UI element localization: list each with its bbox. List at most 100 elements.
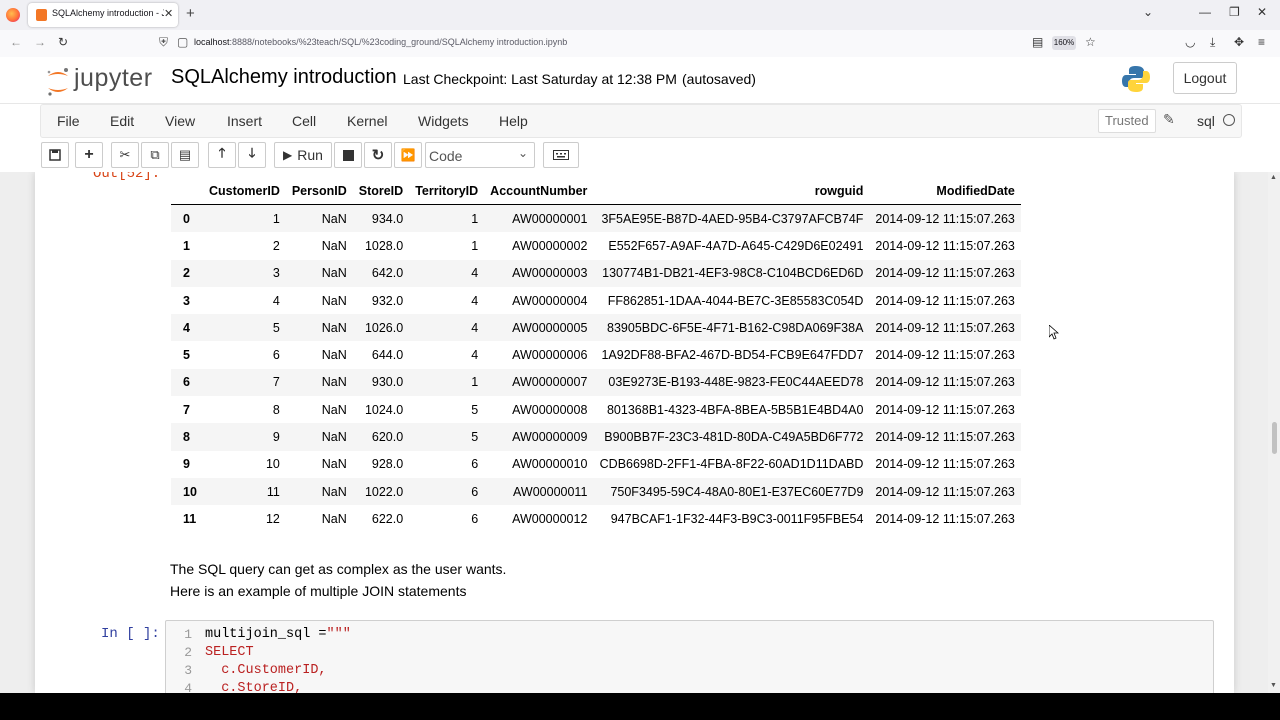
table-cell: B900BB7F-23C3-481D-80DA-C49A5BD6F772 bbox=[604, 430, 864, 445]
save-icon[interactable] bbox=[41, 142, 69, 168]
page-info-icon[interactable]: ▢ bbox=[177, 35, 188, 49]
reload-icon[interactable]: ↻ bbox=[58, 35, 68, 49]
pocket-icon[interactable]: ◡ bbox=[1185, 35, 1195, 49]
menu-file[interactable]: File bbox=[57, 113, 80, 129]
browser-tab[interactable]: SQLAlchemy introduction - Jup ✕ bbox=[28, 3, 178, 27]
shield-icon[interactable]: ⛨ bbox=[159, 35, 168, 50]
table-cell: NaN bbox=[321, 457, 347, 472]
notebook-page: Out[52]: CustomerID PersonID StoreID Ter… bbox=[35, 172, 1234, 693]
menu-insert[interactable]: Insert bbox=[227, 113, 262, 129]
firefox-logo-icon[interactable] bbox=[6, 8, 20, 22]
row-index: 3 bbox=[183, 293, 190, 308]
menu-kernel[interactable]: Kernel bbox=[347, 113, 387, 129]
table-cell: 6 bbox=[471, 484, 479, 499]
column-header: PersonID bbox=[285, 178, 353, 205]
extensions-icon[interactable]: ✥ bbox=[1234, 35, 1244, 49]
maximize-icon[interactable]: ❐ bbox=[1229, 5, 1240, 19]
menu-edit[interactable]: Edit bbox=[110, 113, 134, 129]
new-tab-icon[interactable]: + bbox=[186, 5, 195, 22]
table-cell: 2014-09-12 11:15:07.263 bbox=[875, 293, 1015, 308]
scroll-down-icon[interactable]: ▼ bbox=[1270, 682, 1277, 689]
table-cell: 2014-09-12 11:15:07.263 bbox=[875, 375, 1015, 390]
table-cell: 1 bbox=[272, 211, 280, 226]
copy-icon[interactable]: ⧉ bbox=[141, 142, 169, 168]
notebook-scroll-area[interactable]: Out[52]: CustomerID PersonID StoreID Ter… bbox=[0, 172, 1268, 693]
jupyter-logo-icon[interactable] bbox=[44, 66, 72, 98]
url-host: localhost bbox=[194, 37, 230, 47]
row-index: 11 bbox=[183, 511, 197, 526]
restart-kernel-icon[interactable]: ↻ bbox=[364, 142, 392, 168]
table-cell: 1026.0 bbox=[364, 320, 404, 335]
run-play-icon: ▶ bbox=[283, 148, 293, 162]
table-cell: 1 bbox=[471, 375, 479, 390]
table-cell: AW00000008 bbox=[512, 402, 588, 417]
code-line: c.CustomerID, bbox=[205, 663, 327, 678]
add-cell-icon[interactable]: + bbox=[75, 142, 103, 168]
table-row: 5 6 NaN 644.0 4 AW00000006 1A92DF88-BFA2-467D-… bbox=[171, 341, 1021, 368]
row-index: 8 bbox=[183, 430, 190, 445]
table-cell: AW00000012 bbox=[512, 511, 588, 526]
download-icon[interactable]: ⤓ bbox=[1210, 35, 1215, 50]
app-menu-icon[interactable]: ≡ bbox=[1258, 35, 1265, 49]
code-line: SELECT bbox=[205, 645, 254, 660]
table-row: 7 8 NaN 1024.0 5 AW00000008 801368B1-4323-4BFA… bbox=[171, 396, 1021, 423]
keyboard-shortcuts-icon[interactable] bbox=[543, 142, 579, 168]
output-prompt: Out[52]: bbox=[93, 172, 161, 182]
menu-widgets[interactable]: Widgets bbox=[418, 113, 469, 129]
table-cell: 3 bbox=[272, 266, 280, 281]
back-arrow-icon[interactable]: ← bbox=[10, 35, 22, 49]
scrollbar-thumb[interactable] bbox=[1272, 422, 1277, 454]
autosave-status: (autosaved) bbox=[682, 71, 756, 87]
code-cell-editor[interactable]: 1 2 3 4 multijoin_sql =""" SELECT c.Cust… bbox=[165, 620, 1214, 693]
table-cell: 4 bbox=[471, 320, 479, 335]
close-window-icon[interactable]: ✕ bbox=[1257, 5, 1267, 19]
page-scrollbar[interactable]: ▲ ▼ bbox=[1268, 172, 1280, 693]
table-cell: 1028.0 bbox=[364, 238, 404, 253]
table-cell: 4 bbox=[471, 348, 479, 363]
table-row: 0 1 NaN 934.0 1 AW00000001 3F5AE95E-B87D-4AED-… bbox=[171, 204, 1021, 233]
table-cell: 11 bbox=[266, 484, 280, 499]
jupyter-logo-text[interactable]: jupyter bbox=[74, 64, 153, 93]
trusted-indicator[interactable]: Trusted bbox=[1098, 109, 1156, 133]
table-cell: 930.0 bbox=[371, 375, 404, 390]
cut-icon[interactable]: ✂ bbox=[111, 142, 139, 168]
scroll-up-icon[interactable]: ▲ bbox=[1270, 174, 1277, 181]
menu-cell[interactable]: Cell bbox=[292, 113, 316, 129]
minimize-icon[interactable]: — bbox=[1199, 5, 1211, 19]
run-button[interactable]: ▶ Run bbox=[274, 142, 332, 168]
table-row: 10 11 NaN 1022.0 6 AW00000011 750F3495-59C4-48… bbox=[171, 477, 1021, 506]
kernel-name[interactable]: sql bbox=[1197, 113, 1215, 129]
table-cell: NaN bbox=[321, 402, 347, 417]
table-cell: NaN bbox=[321, 511, 347, 526]
table-row: 1 2 NaN 1028.0 1 AW00000002 E552F657-A9AF-4A7D… bbox=[171, 232, 1021, 259]
restart-run-all-icon[interactable]: ⏩ bbox=[394, 142, 422, 168]
interrupt-stop-icon[interactable] bbox=[334, 142, 362, 168]
move-down-icon[interactable]: 🡓 bbox=[238, 142, 266, 168]
star-bookmark-icon[interactable]: ☆ bbox=[1085, 35, 1096, 49]
notebook-title[interactable]: SQLAlchemy introduction bbox=[171, 66, 397, 89]
tab-list-chevron-icon[interactable]: ⌄ bbox=[1143, 5, 1153, 19]
move-up-icon[interactable]: 🡑 bbox=[208, 142, 236, 168]
edit-pencil-icon[interactable]: ✎ bbox=[1163, 111, 1175, 128]
url-bar[interactable]: localhost:8888/notebooks/%23teach/SQL/%2… bbox=[194, 37, 567, 47]
logout-button[interactable]: Logout bbox=[1173, 62, 1237, 94]
forward-arrow-icon[interactable]: → bbox=[34, 35, 46, 49]
zoom-level[interactable]: 160% bbox=[1052, 36, 1076, 50]
cell-type-select[interactable]: Code ⌄ bbox=[425, 142, 535, 168]
menu-view[interactable]: View bbox=[165, 113, 195, 129]
table-cell: AW00000001 bbox=[512, 211, 588, 226]
kernel-idle-indicator-icon bbox=[1223, 114, 1235, 126]
paste-icon[interactable]: ▤ bbox=[171, 142, 199, 168]
menu-help[interactable]: Help bbox=[499, 113, 528, 129]
table-cell: 642.0 bbox=[371, 266, 404, 281]
chevron-down-icon: ⌄ bbox=[517, 146, 528, 160]
table-cell: NaN bbox=[321, 211, 347, 226]
table-cell: E552F657-A9AF-4A7D-A645-C429D6E02491 bbox=[608, 238, 864, 253]
table-cell: 1024.0 bbox=[364, 402, 404, 417]
table-cell: 7 bbox=[272, 375, 280, 390]
reader-view-icon[interactable]: ▤ bbox=[1032, 35, 1043, 49]
table-cell: 928.0 bbox=[371, 457, 404, 472]
table-cell: 8 bbox=[272, 402, 280, 417]
tab-close-icon[interactable]: ✕ bbox=[164, 7, 173, 20]
table-row: 4 5 NaN 1026.0 4 AW00000005 83905BDC-6F5E-4F71… bbox=[171, 314, 1021, 342]
